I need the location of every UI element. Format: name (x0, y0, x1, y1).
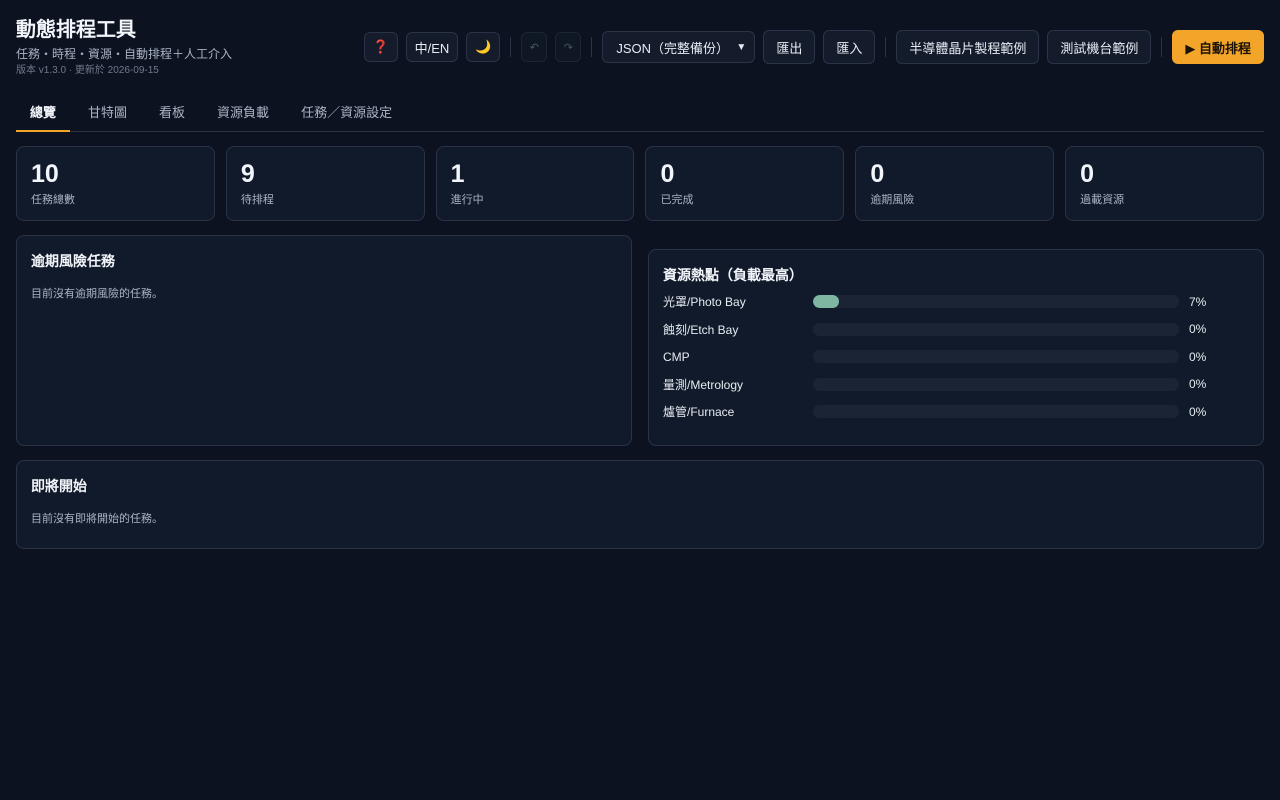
redo-icon: ↷ (563, 41, 573, 54)
stat-card-in-progress: 1 進行中 (435, 146, 635, 221)
resource-name: 光罩/Photo Bay (663, 295, 746, 310)
overdue-risk-panel: 逾期風險任務 目前沒有逾期風險的任務。 (16, 235, 632, 446)
stat-label: 逾期風險 (870, 194, 915, 206)
load-percent: 0% (1189, 377, 1207, 392)
tab-overview[interactable]: 總覽 (16, 94, 71, 132)
load-bar (813, 322, 1179, 336)
export-format-value: JSON（完整備份） (616, 40, 729, 56)
stat-value: 1 (450, 160, 465, 188)
hotspot-row: 蝕刻/Etch Bay 0% (663, 316, 1249, 344)
load-percent: 7% (1189, 294, 1207, 309)
tab-gantt[interactable]: 甘特圖 (74, 94, 141, 131)
chevron-down-icon: ▼ (736, 41, 747, 53)
hotspot-row: CMP 0% (663, 343, 1249, 371)
stat-card-total: 10 任務總數 (16, 146, 215, 221)
stat-card-overdue: 0 逾期風險 (855, 146, 1055, 221)
resource-name: CMP (663, 349, 690, 364)
load-percent: 0% (1189, 322, 1207, 337)
stat-value: 9 (240, 160, 255, 188)
resource-name: 爐管/Furnace (663, 405, 735, 420)
stat-card-pending: 9 待排程 (225, 146, 425, 221)
auto-schedule-button[interactable]: ▶ 自動排程 (1172, 30, 1264, 64)
main-tabs: 總覽 甘特圖 看板 資源負載 任務／資源設定 (16, 94, 1264, 132)
stats-row: 10 任務總數 9 待排程 1 進行中 0 已完成 0 逾期風險 0 過載資源 (16, 146, 1264, 221)
hotspot-list: 光罩/Photo Bay 7% 蝕刻/Etch Bay 0% CMP 0% 量測/Metro… (663, 288, 1249, 426)
panel-title: 資源熱點（負載最高） (663, 267, 803, 283)
resource-name: 量測/Metrology (663, 377, 744, 392)
load-bar (813, 405, 1179, 419)
empty-message: 目前沒有即將開始的任務。 (31, 513, 163, 525)
load-bar (813, 377, 1179, 391)
hotspot-row: 量測/Metrology 0% (663, 371, 1249, 399)
load-bar (813, 350, 1179, 364)
title-block: 動態排程工具 任務・時程・資源・自動排程＋人工介入 版本 v1.3.0 · 更新… (16, 16, 232, 78)
language-toggle-button[interactable]: 中/EN (405, 32, 459, 62)
load-bar (813, 295, 1179, 309)
toolbar-divider (885, 37, 887, 57)
moon-icon: 🌙 (475, 39, 492, 54)
import-button[interactable]: 匯入 (823, 30, 876, 64)
export-format-select[interactable]: JSON（完整備份） ▼ (602, 31, 756, 63)
panel-title: 逾期風險任務 (31, 253, 115, 269)
help-button[interactable]: ❓ (363, 32, 398, 62)
toolbar-divider (1161, 37, 1163, 57)
export-button[interactable]: 匯出 (763, 30, 816, 64)
load-percent: 0% (1189, 404, 1207, 419)
stat-label: 待排程 (240, 194, 274, 206)
app-header: 動態排程工具 任務・時程・資源・自動排程＋人工介入 版本 v1.3.0 · 更新… (16, 16, 1264, 80)
redo-button[interactable]: ↷ (555, 32, 582, 62)
resource-hotspots-panel: 資源熱點（負載最高） 光罩/Photo Bay 7% 蝕刻/Etch Bay 0% CM… (648, 249, 1264, 446)
tab-task-resource-settings[interactable]: 任務／資源設定 (287, 94, 406, 131)
hotspot-row: 光罩/Photo Bay 7% (663, 288, 1249, 316)
empty-message: 目前沒有逾期風險的任務。 (31, 288, 163, 300)
resource-name: 蝕刻/Etch Bay (663, 322, 739, 337)
load-bar-fill (813, 295, 839, 309)
app-title: 動態排程工具 (16, 19, 136, 41)
help-icon: ❓ (372, 39, 389, 54)
toolbar: ❓ 中/EN 🌙 ↶ ↷ JSON（完整備份） ▼ 匯出 匯入 半導體晶片製程範… (363, 30, 1264, 64)
stat-value: 0 (1080, 160, 1095, 188)
load-percent: 0% (1189, 349, 1207, 364)
undo-icon: ↶ (529, 41, 539, 54)
stat-label: 進行中 (450, 194, 484, 206)
toolbar-divider (510, 37, 512, 57)
stat-label: 過載資源 (1080, 194, 1125, 206)
upcoming-panel: 即將開始 目前沒有即將開始的任務。 (16, 460, 1264, 549)
app-subtitle: 任務・時程・資源・自動排程＋人工介入 (16, 47, 233, 61)
stat-label: 任務總數 (31, 194, 75, 206)
stat-value: 0 (870, 160, 885, 188)
hotspot-row: 爐管/Furnace 0% (663, 398, 1249, 426)
undo-button[interactable]: ↶ (521, 32, 548, 62)
panel-title: 即將開始 (31, 478, 87, 494)
semiconductor-example-button[interactable]: 半導體晶片製程範例 (896, 30, 1040, 64)
theme-toggle-button[interactable]: 🌙 (466, 32, 501, 62)
stat-card-overloaded: 0 過載資源 (1065, 146, 1264, 221)
app-version: 版本 v1.3.0 · 更新於 2026-09-15 (16, 65, 159, 76)
stat-value: 10 (31, 160, 59, 188)
stat-value: 0 (660, 160, 675, 188)
stat-label: 已完成 (660, 194, 694, 206)
tab-resource-load[interactable]: 資源負載 (203, 94, 283, 131)
test-machine-example-button[interactable]: 測試機台範例 (1047, 30, 1152, 64)
tab-kanban[interactable]: 看板 (145, 94, 199, 131)
stat-card-completed: 0 已完成 (645, 146, 845, 221)
toolbar-divider (591, 37, 593, 57)
